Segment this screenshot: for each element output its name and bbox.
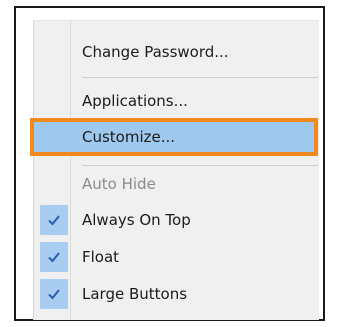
- menu-item-label: Large Buttons: [82, 285, 188, 303]
- checkmark-box: [40, 242, 68, 272]
- checkmark-box: [40, 205, 68, 235]
- menu-item-auto-hide: Auto Hide: [33, 167, 319, 201]
- menu-item-label: Customize...: [82, 128, 176, 146]
- menu-item-label: Always On Top: [82, 211, 191, 229]
- menu-item-applications[interactable]: Applications...: [33, 84, 319, 118]
- checkmark-icon: [48, 252, 60, 263]
- menu-item-label: Change Password...: [82, 43, 229, 61]
- menu-separator: [82, 165, 318, 166]
- menu-item-large-buttons[interactable]: Large Buttons: [33, 277, 319, 311]
- checkmark-icon: [48, 215, 60, 226]
- menu-item-change-password[interactable]: Change Password...: [33, 35, 319, 69]
- menu-item-customize[interactable]: Customize...: [30, 118, 318, 156]
- checkmark-icon: [48, 289, 60, 300]
- checkmark-box: [40, 279, 68, 309]
- menu-item-label: Float: [82, 248, 120, 266]
- menu-item-label: Applications...: [82, 92, 188, 110]
- menu-item-float[interactable]: Float: [33, 240, 319, 274]
- menu-separator: [82, 77, 318, 78]
- menu-item-always-on-top[interactable]: Always On Top: [33, 203, 319, 237]
- menu-item-label: Auto Hide: [82, 175, 156, 193]
